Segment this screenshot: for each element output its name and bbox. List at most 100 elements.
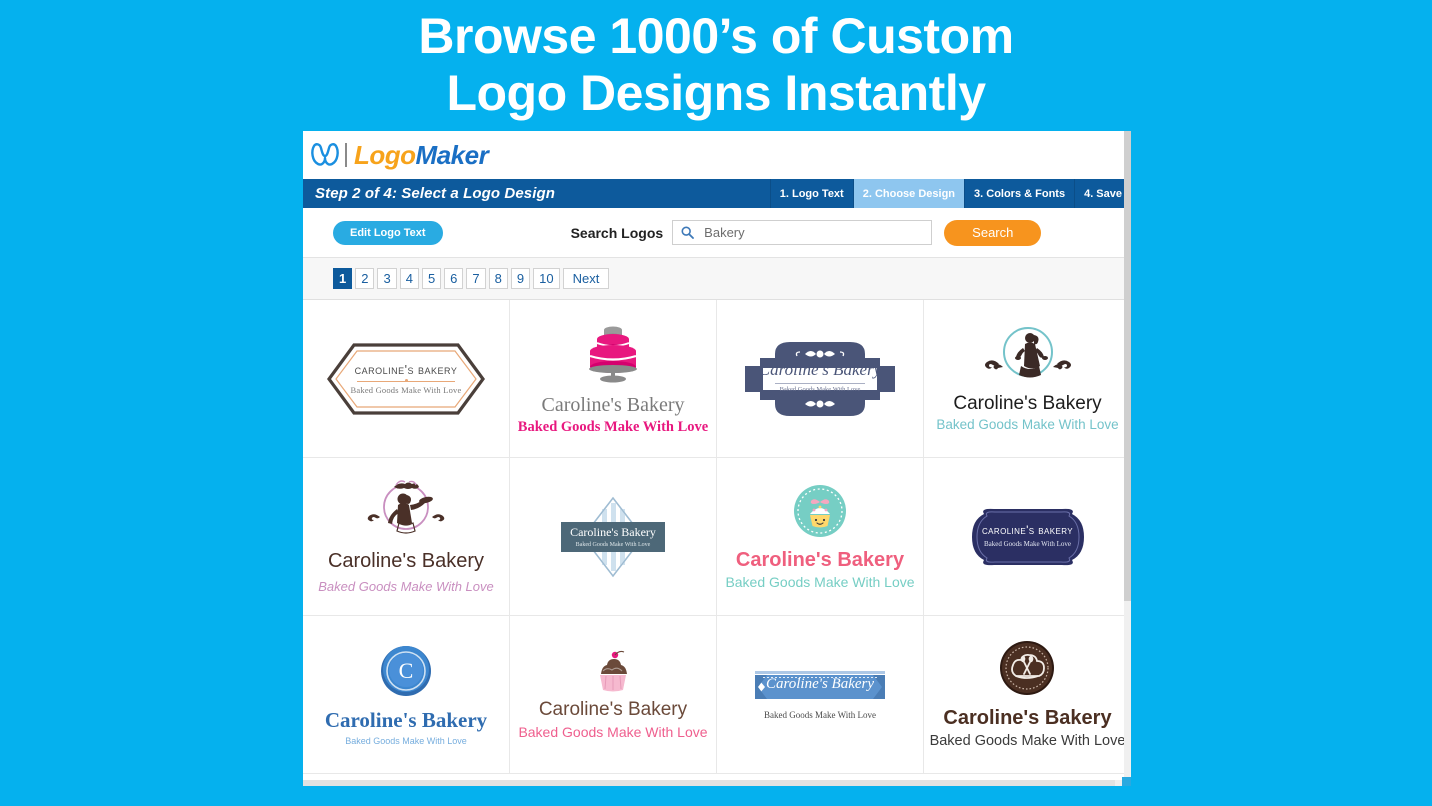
logo-name: Caroline's Bakery — [570, 525, 656, 539]
page-4[interactable]: 4 — [399, 268, 419, 289]
scrollbar-corner — [1122, 777, 1131, 786]
brand-word-logo: Logo — [354, 139, 416, 170]
logo-name: Caroline's Bakery — [953, 392, 1102, 414]
logo-card-pink-circle-baker-lady[interactable]: Caroline's Bakery Baked Goods Make With … — [303, 458, 510, 616]
logo-card-blue-wax-seal-monogram[interactable]: C Caroline's Bakery Baked Goods Make Wit… — [303, 616, 510, 774]
logo-tagline: Baked Goods Make With Love — [318, 579, 494, 594]
logo-tagline: Baked Goods Make With Love — [929, 733, 1126, 749]
promo-line-2: Logo Designs Instantly — [446, 65, 986, 121]
logo-card-teal-cupcake-seal[interactable]: Caroline's Bakery Baked Goods Make With … — [717, 458, 924, 616]
logo-name: Caroline's Bakery — [982, 522, 1073, 537]
tab-logo-text[interactable]: 1. Logo Text — [769, 179, 853, 208]
rounded-plaque-text: Caroline's Bakery Baked Goods Make With … — [966, 523, 1090, 548]
page-8[interactable]: 8 — [488, 268, 508, 289]
brand-bar: LogoMaker — [303, 131, 1131, 179]
search-toolbar: Edit Logo Text Search Logos Search — [303, 208, 1131, 258]
brown-cupcake-icon — [593, 650, 633, 697]
baker-lady-circle-icon — [973, 326, 1083, 389]
vertical-scrollbar-thumb[interactable] — [1124, 131, 1131, 601]
svg-text:C: C — [399, 658, 414, 683]
vertical-scrollbar-track[interactable] — [1124, 131, 1131, 786]
edit-logo-text-button[interactable]: Edit Logo Text — [333, 220, 443, 245]
hexagon-rule — [356, 379, 456, 382]
logo-name: Caroline's Bakery — [327, 550, 485, 572]
chef-hat-medallion-icon — [999, 640, 1055, 701]
page-5[interactable]: 5 — [421, 268, 442, 289]
tab-save[interactable]: 4. Save — [1074, 179, 1131, 208]
logo-tagline: Baked Goods Make With Love — [764, 710, 876, 720]
logo-tagline: Baked Goods Make With Love — [575, 542, 651, 548]
page-2[interactable]: 2 — [355, 268, 375, 289]
page-10[interactable]: 10 — [533, 268, 560, 289]
search-label: Search Logos — [570, 224, 664, 241]
diamond-plate-text: Caroline's Bakery Baked Goods Make With … — [561, 521, 665, 552]
vintage-plaque-icon: Caroline's Bakery Baked Goods Make With … — [745, 332, 895, 426]
logomaker-app-window: LogoMaker Step 2 of 4: Select a Logo Des… — [303, 131, 1131, 786]
page-9[interactable]: 9 — [510, 268, 531, 289]
logo-card-brown-cupcake[interactable]: Caroline's Bakery Baked Goods Make With … — [510, 616, 717, 774]
logo-tagline: Baked Goods Make With Love — [936, 416, 1119, 432]
page-6[interactable]: 6 — [444, 268, 464, 289]
logo-name: Caroline's Bakery — [324, 708, 488, 732]
search-button[interactable]: Search — [944, 219, 1042, 246]
step-tabs: 1. Logo Text 2. Choose Design 3. Colors … — [769, 179, 1131, 208]
logo-hexagon-badge: Caroline's Bakery Baked Goods Make With … — [326, 342, 486, 416]
logo-tagline: Baked Goods Make With Love — [983, 539, 1072, 548]
promo-line-1: Browse 1000’s of Custom — [418, 8, 1014, 64]
magnifier-icon — [681, 226, 695, 239]
logo-tagline: Baked Goods Make With Love — [345, 736, 467, 746]
logo-name: Caroline's Bakery — [765, 676, 875, 692]
pagination: 1 2 3 4 5 6 7 8 9 10 Next — [303, 258, 1131, 300]
search-input-box[interactable] — [672, 220, 933, 245]
logo-tagline: Baked Goods Make With Love — [518, 723, 708, 740]
brand-word-maker: Maker — [415, 139, 489, 170]
logo-name: Caroline's Bakery — [943, 707, 1112, 729]
horizontal-scrollbar-track[interactable] — [303, 780, 1131, 786]
brand-divider — [345, 143, 347, 167]
hexagon-frame-icon: Caroline's Bakery Baked Goods Make With … — [326, 342, 486, 416]
logo-card-blue-ribbon-banner[interactable]: Caroline's Bakery Baked Goods Make With … — [717, 616, 924, 774]
logo-card-hexagon-badge[interactable]: Caroline's Bakery Baked Goods Make With … — [303, 300, 510, 458]
logo-brown-cupcake: Caroline's Bakery Baked Goods Make With … — [518, 650, 708, 740]
logo-blue-ribbon-banner: Caroline's Bakery Baked Goods Make With … — [755, 669, 885, 720]
logo-teal-circle-baker-lady: Caroline's Bakery Baked Goods Make With … — [936, 326, 1119, 432]
hexagon-text: Caroline's Bakery Baked Goods Make With … — [351, 363, 462, 395]
logo-card-pink-tiered-cake[interactable]: Caroline's Bakery Baked Goods Make With … — [510, 300, 717, 458]
logo-teal-cupcake-seal: Caroline's Bakery Baked Goods Make With … — [725, 484, 915, 590]
diamond-frame-icon: Caroline's Bakery Baked Goods Make With … — [558, 495, 668, 579]
page-7[interactable]: 7 — [466, 268, 486, 289]
ribbon-banner-icon: Caroline's Bakery — [755, 669, 885, 703]
logo-tagline: Baked Goods Make With Love — [779, 385, 861, 393]
rounded-plaque-icon: Caroline's Bakery Baked Goods Make With … — [966, 506, 1090, 568]
logo-name: Caroline's Bakery — [735, 548, 905, 571]
logo-card-teal-circle-baker-lady[interactable]: Caroline's Bakery Baked Goods Make With … — [924, 300, 1131, 458]
logo-name: Caroline's Bakery — [541, 393, 685, 416]
logo-navy-vintage-plaque: Caroline's Bakery Baked Goods Make With … — [745, 332, 895, 426]
wax-seal-monogram-icon: C — [378, 643, 434, 704]
logo-name: Caroline's Bakery — [758, 359, 882, 379]
page-3[interactable]: 3 — [377, 268, 397, 289]
page-1[interactable]: 1 — [333, 268, 353, 289]
logo-striped-diamond-plate: Caroline's Bakery Baked Goods Make With … — [558, 495, 668, 579]
tiered-cake-icon — [578, 322, 648, 389]
cupcake-seal-icon — [793, 484, 847, 543]
w-logo-icon — [310, 142, 340, 168]
logo-card-brown-chef-hat-medallion[interactable]: Caroline's Bakery Baked Goods Make With … — [924, 616, 1131, 774]
brand-wordmark: LogoMaker — [354, 139, 489, 171]
promo-headline: Browse 1000’s of Custom Logo Designs Ins… — [0, 8, 1432, 122]
logo-name: Caroline's Bakery — [354, 362, 458, 377]
page-next[interactable]: Next — [562, 268, 610, 289]
logo-tagline: Baked Goods Make With Love — [725, 573, 915, 590]
logo-brown-chef-hat-medallion: Caroline's Bakery Baked Goods Make With … — [929, 640, 1126, 749]
horizontal-scrollbar-thumb[interactable] — [303, 780, 1115, 786]
logo-card-navy-vintage-plaque[interactable]: Caroline's Bakery Baked Goods Make With … — [717, 300, 924, 458]
search-input[interactable] — [702, 224, 927, 241]
logo-tagline: Baked Goods Make With Love — [517, 418, 709, 435]
logo-blue-wax-seal-monogram: C Caroline's Bakery Baked Goods Make Wit… — [325, 643, 487, 746]
logo-card-striped-diamond-plate[interactable]: Caroline's Bakery Baked Goods Make With … — [510, 458, 717, 616]
logo-card-navy-rounded-plaque[interactable]: Caroline's Bakery Baked Goods Make With … — [924, 458, 1131, 616]
logo-tagline: Baked Goods Make With Love — [350, 384, 462, 395]
tab-choose-design[interactable]: 2. Choose Design — [852, 179, 965, 208]
vintage-plaque-text: Caroline's Bakery Baked Goods Make With … — [745, 360, 895, 393]
tab-colors-fonts[interactable]: 3. Colors & Fonts — [964, 179, 1074, 208]
